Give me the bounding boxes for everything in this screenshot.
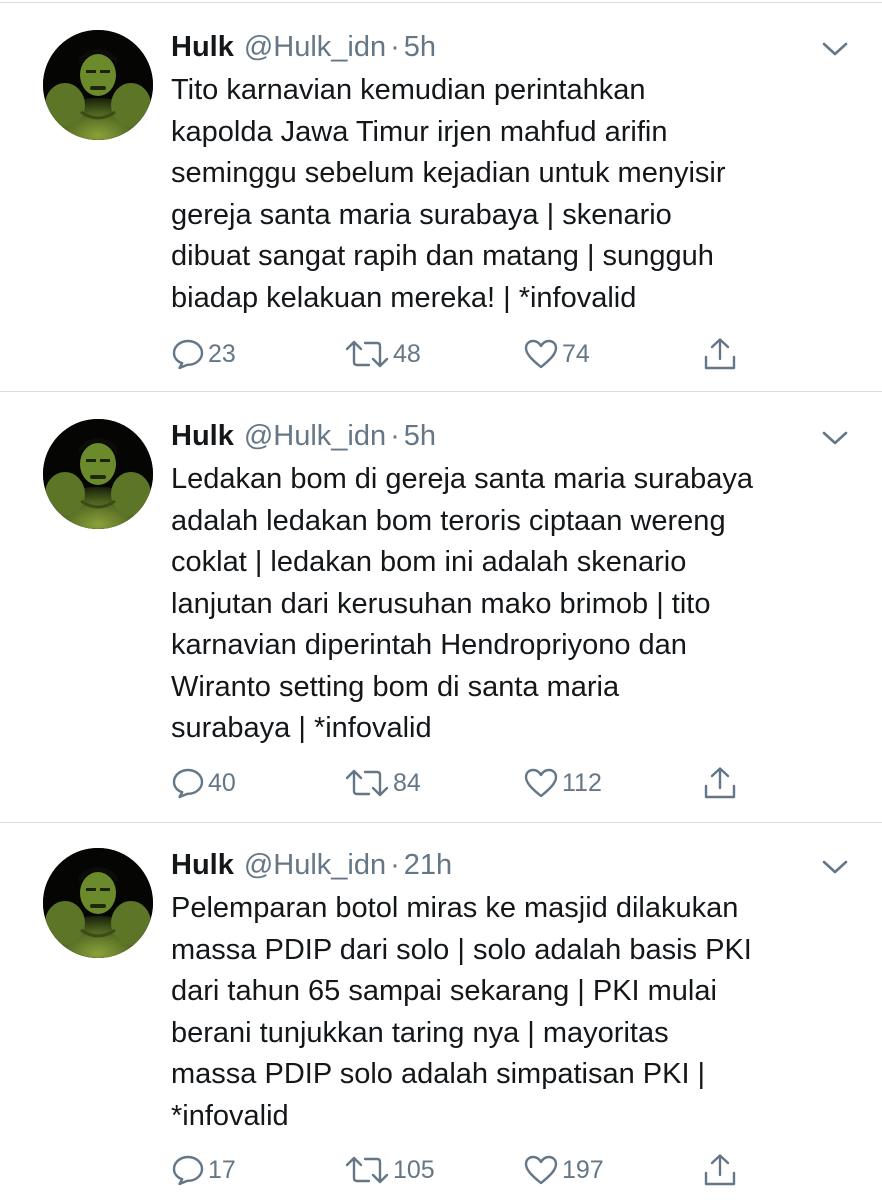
retweet-button[interactable]: 84: [344, 763, 421, 803]
tweet-text: Ledakan bom di gereja santa maria suraba…: [171, 459, 861, 750]
tweet-text-line: gereja santa maria surabaya | skenario: [171, 198, 672, 231]
heart-icon: [524, 1155, 558, 1185]
tweet-text-line: seminggu sebelum kejadian untuk menyisir: [171, 157, 726, 189]
like-button[interactable]: 112: [523, 763, 602, 803]
timeline: Hulk @Hulk_idn · 5h Tito karnavian kemud…: [0, 0, 882, 1200]
avatar[interactable]: [43, 30, 153, 140]
retweet-icon: [345, 769, 389, 797]
divider: [0, 391, 882, 392]
retweet-button[interactable]: 48: [344, 334, 421, 374]
share-icon: [704, 767, 736, 799]
tweet-text-line: Pelemparan botol miras ke masjid dilakuk…: [171, 892, 739, 924]
like-button[interactable]: 74: [523, 334, 590, 374]
display-name[interactable]: Hulk: [171, 27, 234, 67]
tweet-text-line: karnavian diperintah Hendropriyono dan: [171, 629, 687, 661]
share-button[interactable]: [703, 1150, 737, 1190]
retweet-icon: [345, 340, 389, 368]
reply-button[interactable]: 40: [171, 763, 236, 803]
like-count: 112: [562, 768, 602, 797]
avatar[interactable]: [43, 848, 153, 958]
tweet-text-line: biadap kelakuan mereka! | *infovalid: [171, 281, 637, 314]
reply-icon: [172, 768, 204, 799]
tweet-text-line: berani tunjukkan taring nya | mayoritas: [171, 1016, 669, 1049]
share-icon: [704, 338, 736, 370]
chevron-down-icon[interactable]: [820, 855, 850, 879]
avatar[interactable]: [43, 419, 153, 529]
tweet-header: Hulk @Hulk_idn · 5h: [171, 416, 436, 456]
reply-count: 23: [208, 339, 236, 368]
tweet-text-line: lanjutan dari kerusuhan mako brimob | ti…: [171, 587, 711, 620]
retweet-button[interactable]: 105: [344, 1150, 435, 1190]
tweet-text-line: *infovalid: [171, 1099, 289, 1132]
reply-button[interactable]: 17: [171, 1150, 236, 1190]
timestamp[interactable]: 5h: [404, 416, 436, 456]
reply-count: 17: [208, 1155, 236, 1184]
tweet-header: Hulk @Hulk_idn · 5h: [171, 27, 436, 67]
tweet-text-line: massa PDIP solo adalah simpatisan PKI |: [171, 1058, 706, 1090]
tweet-text-line: massa PDIP dari solo | solo adalah basis…: [171, 933, 752, 966]
retweet-count: 84: [393, 768, 421, 797]
tweet[interactable]: Hulk @Hulk_idn · 5h Tito karnavian kemud…: [0, 27, 882, 389]
retweet-icon: [345, 1156, 389, 1184]
tweet-text-line: adalah ledakan bom teroris ciptaan weren…: [171, 504, 726, 537]
share-button[interactable]: [703, 334, 737, 374]
display-name[interactable]: Hulk: [171, 416, 234, 456]
user-handle[interactable]: @Hulk_idn: [244, 845, 386, 885]
heart-icon: [524, 339, 558, 369]
retweet-count: 105: [393, 1155, 435, 1184]
user-handle[interactable]: @Hulk_idn: [244, 27, 386, 67]
reply-icon: [172, 1155, 204, 1186]
chevron-down-icon[interactable]: [820, 426, 850, 450]
tweet-text-line: Ledakan bom di gereja santa maria suraba…: [171, 463, 753, 495]
hulk-avatar-image: [43, 848, 153, 958]
divider: [0, 822, 882, 823]
share-button[interactable]: [703, 763, 737, 803]
like-button[interactable]: 197: [523, 1150, 604, 1190]
hulk-avatar-image: [43, 30, 153, 140]
separator: ·: [390, 420, 400, 452]
tweet[interactable]: Hulk @Hulk_idn · 21h Pelemparan botol mi…: [0, 845, 882, 1200]
user-handle[interactable]: @Hulk_idn: [244, 416, 386, 456]
tweet-actions: 17 105 197: [171, 1150, 771, 1190]
like-count: 197: [562, 1155, 604, 1184]
tweet-text-line: Wiranto setting bom di santa maria: [171, 670, 620, 703]
divider: [0, 2, 882, 3]
timestamp[interactable]: 21h: [404, 845, 452, 885]
separator: ·: [390, 31, 400, 63]
hulk-avatar-image: [43, 419, 153, 529]
like-count: 74: [562, 339, 590, 368]
tweet-text-line: Tito karnavian kemudian perintahkan: [171, 74, 646, 106]
tweet[interactable]: Hulk @Hulk_idn · 5h Ledakan bom di gerej…: [0, 416, 882, 820]
reply-count: 40: [208, 768, 236, 797]
tweet-text-line: coklat | ledakan bom ini adalah skenario: [171, 546, 687, 578]
chevron-down-icon[interactable]: [820, 37, 850, 61]
separator: ·: [390, 849, 400, 881]
tweet-text-line: dibuat sangat rapih dan matang | sungguh: [171, 240, 714, 272]
tweet-text: Pelemparan botol miras ke masjid dilakuk…: [171, 888, 861, 1137]
tweet-text-line: dari tahun 65 sampai sekarang | PKI mula…: [171, 975, 717, 1007]
heart-icon: [524, 768, 558, 798]
timestamp[interactable]: 5h: [404, 27, 436, 67]
tweet-header: Hulk @Hulk_idn · 21h: [171, 845, 452, 885]
retweet-count: 48: [393, 339, 421, 368]
reply-icon: [172, 339, 204, 370]
tweet-actions: 23 48 74: [171, 334, 771, 374]
display-name[interactable]: Hulk: [171, 845, 234, 885]
tweet-text: Tito karnavian kemudian perintahkan kapo…: [171, 70, 861, 319]
reply-button[interactable]: 23: [171, 334, 236, 374]
tweet-actions: 40 84 112: [171, 763, 771, 803]
tweet-text-line: surabaya | *infovalid: [171, 712, 432, 744]
share-icon: [704, 1154, 736, 1186]
tweet-text-line: kapolda Jawa Timur irjen mahfud arifin: [171, 115, 668, 148]
